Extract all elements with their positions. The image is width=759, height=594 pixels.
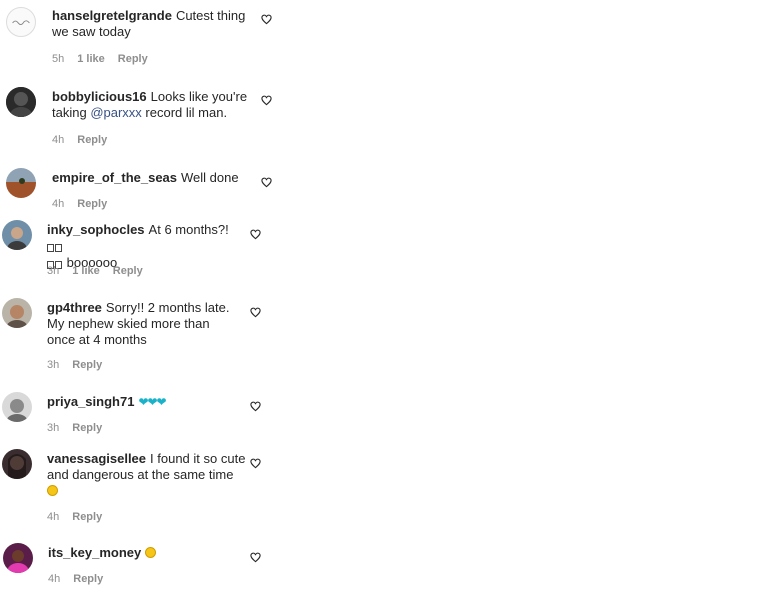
avatar[interactable] — [2, 449, 32, 479]
comment-meta: 4h Reply — [52, 197, 120, 211]
reply-button[interactable]: Reply — [72, 421, 102, 435]
reply-button[interactable]: Reply — [118, 52, 148, 66]
anxious-face-emoji-icon — [47, 485, 58, 496]
avatar[interactable] — [2, 392, 32, 422]
timestamp[interactable]: 5h — [52, 52, 64, 66]
username[interactable]: hanselgretelgrande — [52, 8, 172, 23]
comment-meta: 3h Reply — [47, 358, 115, 372]
reply-button[interactable]: Reply — [77, 197, 107, 211]
reply-button[interactable]: Reply — [73, 572, 103, 586]
reply-button[interactable]: Reply — [77, 133, 107, 147]
like-count[interactable]: 1 like — [72, 264, 100, 278]
comment-text: hanselgretelgrande Cutest thing we saw to… — [52, 8, 246, 39]
heart-outline-icon[interactable] — [261, 95, 272, 106]
reply-button[interactable]: Reply — [72, 510, 102, 524]
avatar[interactable] — [6, 87, 36, 117]
timestamp[interactable]: 3h — [47, 264, 59, 278]
comment-meta: 4h Reply — [48, 572, 116, 586]
avatar[interactable] — [6, 7, 36, 37]
timestamp[interactable]: 4h — [52, 197, 64, 211]
username[interactable]: vanessagisellee — [47, 451, 146, 466]
like-count[interactable]: 1 like — [77, 52, 105, 66]
timestamp[interactable]: 3h — [47, 421, 59, 435]
mention-link[interactable]: @parxxx — [90, 105, 142, 120]
comment-text: bobbylicious16 Looks like you're taking @… — [52, 89, 248, 120]
comment-text: gp4three Sorry!! 2 months late. My nephew… — [47, 300, 230, 347]
heart-outline-icon[interactable] — [250, 552, 261, 563]
comment-text: priya_singh71 ❤❤❤ — [47, 394, 247, 410]
timestamp[interactable]: 3h — [47, 358, 59, 372]
heart-outline-icon[interactable] — [261, 177, 272, 188]
avatar[interactable] — [6, 168, 36, 198]
timestamp[interactable]: 4h — [52, 133, 64, 147]
heart-eyes-emoji-icon — [145, 547, 157, 558]
reply-button[interactable]: Reply — [113, 264, 143, 278]
username[interactable]: empire_of_the_seas — [52, 170, 177, 185]
username[interactable]: gp4three — [47, 300, 102, 315]
comment-meta: 3h Reply — [47, 421, 115, 435]
heart-outline-icon[interactable] — [250, 229, 261, 240]
username[interactable]: bobbylicious16 — [52, 89, 147, 104]
username[interactable]: its_key_money — [48, 545, 141, 560]
comment-text: vanessagisellee I found it so cute and da… — [47, 451, 247, 499]
comment-text: its_key_money — [48, 545, 248, 561]
username[interactable]: priya_singh71 — [47, 394, 134, 409]
username[interactable]: inky_sophocles — [47, 222, 145, 237]
heart-outline-icon[interactable] — [250, 458, 261, 469]
timestamp[interactable]: 4h — [48, 572, 60, 586]
comment-meta: 5h 1 like Reply — [52, 52, 161, 66]
timestamp[interactable]: 4h — [47, 510, 59, 524]
heart-outline-icon[interactable] — [250, 307, 261, 318]
comment-meta: 3h 1 like Reply — [47, 264, 156, 278]
heart-outline-icon[interactable] — [250, 401, 261, 412]
unsupported-emoji-icon — [47, 239, 63, 255]
comment-meta: 4h Reply — [52, 133, 120, 147]
avatar[interactable] — [2, 298, 32, 328]
teal-heart-emoji-icon: ❤❤❤ — [138, 395, 166, 409]
avatar[interactable] — [3, 543, 33, 573]
reply-button[interactable]: Reply — [72, 358, 102, 372]
avatar[interactable] — [2, 220, 32, 250]
comment-meta: 4h Reply — [47, 510, 115, 524]
heart-outline-icon[interactable] — [261, 14, 272, 25]
comment-text: empire_of_the_seas Well done — [52, 170, 239, 185]
